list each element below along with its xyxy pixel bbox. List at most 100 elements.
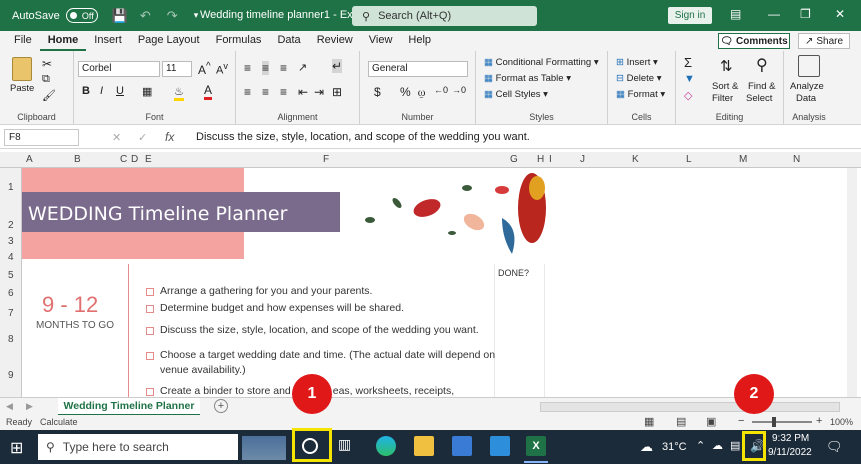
task-checkbox[interactable]: [146, 352, 154, 360]
next-sheet-icon[interactable]: ▶: [26, 401, 33, 412]
col-header[interactable]: J: [580, 154, 585, 165]
task-row[interactable]: Arrange a gathering for you and your par…: [146, 284, 372, 299]
page-layout-view-icon[interactable]: ▤: [676, 415, 686, 428]
decrease-decimal-icon[interactable]: →0: [452, 85, 466, 95]
signin-button[interactable]: Sign in: [668, 7, 712, 24]
align-bottom-icon[interactable]: ≡: [280, 61, 287, 75]
row-header[interactable]: 9: [8, 370, 14, 381]
col-header[interactable]: E: [145, 154, 152, 165]
tab-page-layout[interactable]: Page Layout: [130, 31, 208, 51]
col-header[interactable]: G: [510, 154, 518, 165]
clear-icon[interactable]: ◇: [684, 89, 692, 102]
col-header[interactable]: C: [120, 154, 127, 165]
font-size-select[interactable]: 11: [162, 61, 192, 77]
task-row[interactable]: Choose a target wedding date and time. (…: [146, 348, 495, 378]
comma-icon[interactable]: ⍹: [418, 85, 425, 100]
notifications-icon[interactable]: 🗨: [826, 439, 843, 455]
format-cells-button[interactable]: ▦ Format ▾: [616, 89, 665, 100]
search-box[interactable]: ⚲ Search (Alt+Q): [352, 6, 537, 26]
col-header[interactable]: N: [793, 154, 800, 165]
fill-color-icon[interactable]: ♨: [174, 85, 184, 101]
file-explorer-icon[interactable]: [414, 436, 434, 456]
zoom-slider[interactable]: [752, 421, 812, 423]
cell-styles-button[interactable]: ▦ Cell Styles ▾: [484, 89, 548, 100]
paste-label[interactable]: Paste: [10, 83, 34, 94]
col-header[interactable]: B: [74, 154, 81, 165]
task-row[interactable]: Discuss the size, style, location, and s…: [146, 323, 479, 338]
cut-icon[interactable]: ✂: [42, 57, 52, 71]
sort-label[interactable]: Sort &: [712, 81, 738, 92]
number-format-select[interactable]: General: [368, 61, 468, 77]
currency-icon[interactable]: $: [374, 85, 381, 99]
insert-cells-button[interactable]: ⊞ Insert ▾: [616, 57, 658, 68]
clock-time[interactable]: 9:32 PM: [772, 433, 809, 444]
data-label[interactable]: Data: [796, 93, 816, 104]
row-header[interactable]: 5: [8, 270, 14, 281]
wrap-text-icon[interactable]: ↵: [332, 59, 343, 73]
row-header[interactable]: 4: [8, 252, 14, 263]
italic-icon[interactable]: I: [100, 85, 103, 97]
share-button[interactable]: ↗ Share: [798, 33, 850, 49]
formula-input[interactable]: Discuss the size, style, location, and s…: [196, 131, 530, 143]
orientation-icon[interactable]: ↗: [298, 61, 307, 74]
find-label[interactable]: Find &: [748, 81, 775, 92]
align-right-icon[interactable]: ≡: [280, 85, 287, 99]
percent-icon[interactable]: %: [400, 85, 411, 99]
clock-date[interactable]: 9/11/2022: [768, 447, 812, 458]
align-top-icon[interactable]: ≡: [244, 61, 251, 75]
ribbon-display-icon[interactable]: ▤: [730, 7, 741, 21]
tab-view[interactable]: View: [361, 31, 401, 51]
task-checkbox[interactable]: [146, 388, 154, 396]
sheet-tab-wedding[interactable]: Wedding Timeline Planner: [58, 398, 200, 416]
autosum-icon[interactable]: Σ: [684, 55, 692, 70]
align-center-icon[interactable]: ≡: [262, 85, 269, 99]
increase-font-icon[interactable]: A^: [198, 61, 211, 77]
windows-start-icon[interactable]: ⊞: [10, 438, 23, 458]
page-break-view-icon[interactable]: ▣: [706, 415, 716, 428]
decrease-font-icon[interactable]: Av: [216, 61, 228, 77]
mail-icon[interactable]: [490, 436, 510, 456]
select-label[interactable]: Select: [746, 93, 772, 104]
zoom-level[interactable]: 100%: [830, 417, 853, 427]
comments-button[interactable]: 🗨 Comments: [718, 33, 790, 49]
col-header[interactable]: F: [323, 154, 329, 165]
bold-icon[interactable]: B: [82, 85, 90, 97]
excel-taskbar-icon[interactable]: X: [526, 436, 546, 456]
analyze-data-icon[interactable]: [798, 55, 820, 77]
horizontal-scrollbar[interactable]: [540, 402, 840, 412]
zoom-in-icon[interactable]: +: [816, 415, 822, 427]
minimize-icon[interactable]: —: [768, 7, 780, 21]
font-color-icon[interactable]: A: [204, 83, 213, 100]
row-header[interactable]: 7: [8, 308, 14, 319]
insert-function-icon[interactable]: fx: [165, 130, 174, 144]
decrease-indent-icon[interactable]: ⇤: [298, 85, 308, 99]
format-painter-icon[interactable]: 🖌: [42, 89, 56, 102]
conditional-formatting-button[interactable]: ▦ Conditional Formatting ▾: [484, 57, 599, 68]
task-checkbox[interactable]: [146, 305, 154, 313]
increase-decimal-icon[interactable]: ←0: [434, 85, 448, 95]
tab-help[interactable]: Help: [400, 31, 439, 51]
increase-indent-icon[interactable]: ⇥: [314, 85, 324, 99]
save-icon[interactable]: 💾: [112, 8, 128, 24]
sort-filter-icon[interactable]: ⇅: [720, 57, 733, 75]
row-header[interactable]: 8: [8, 334, 14, 345]
row-header[interactable]: 6: [8, 288, 14, 299]
tab-file[interactable]: File: [6, 31, 40, 51]
cancel-icon[interactable]: ✕: [112, 131, 121, 144]
tab-review[interactable]: Review: [309, 31, 361, 51]
redo-icon[interactable]: ↷: [167, 8, 178, 24]
temperature[interactable]: 31°C: [662, 441, 687, 453]
normal-view-icon[interactable]: ▦: [644, 415, 654, 428]
merge-center-icon[interactable]: ⊞: [332, 85, 342, 99]
delete-cells-button[interactable]: ⊟ Delete ▾: [616, 73, 662, 84]
tab-data[interactable]: Data: [269, 31, 308, 51]
row-header[interactable]: 3: [8, 236, 14, 247]
row-header[interactable]: 1: [8, 182, 14, 193]
task-row[interactable]: Determine budget and how expenses will b…: [146, 301, 404, 316]
zoom-out-icon[interactable]: −: [738, 415, 744, 427]
weather-icon[interactable]: ☁: [640, 439, 653, 455]
underline-icon[interactable]: U: [116, 85, 124, 97]
calculate-status[interactable]: Calculate: [40, 417, 78, 427]
col-header[interactable]: D: [131, 154, 138, 165]
show-hidden-icons-icon[interactable]: ⌃: [696, 439, 705, 452]
